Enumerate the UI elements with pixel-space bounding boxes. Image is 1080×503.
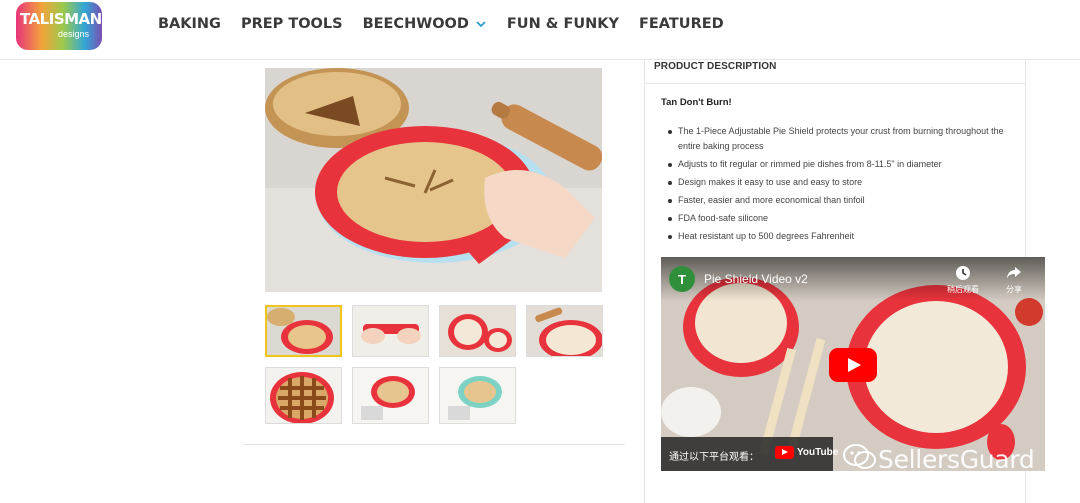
nav-item-beechwood[interactable]: BEECHWOOD [363,16,487,32]
thumbnail[interactable] [352,305,429,357]
nav-item-prep-tools[interactable]: PREP TOOLS [241,16,343,32]
thumbnail[interactable] [439,367,516,424]
watch-on-label: 通过以下平台观看： [669,452,759,463]
watch-later-label: 稍后观看 [947,285,979,294]
thumbnail[interactable] [439,305,516,357]
youtube-wordmark: YouTube [797,447,839,458]
clock-icon [954,264,972,282]
share-button[interactable]: 分享 [994,264,1034,295]
feature-item: Design makes it easy to use and easy to … [668,175,1008,190]
nav-item-fun-and-funky[interactable]: FUN & FUNKY [507,16,619,32]
description-heading: PRODUCT DESCRIPTION [654,61,777,72]
site-header: TALISMAN designs BAKING PREP TOOLS BEECH… [0,0,1080,60]
thumbnail[interactable] [352,367,429,424]
logo-subtext: designs [58,29,90,39]
watermark-text: SellersGuard [878,445,1035,474]
nav-label: FUN & FUNKY [506,16,619,32]
main-product-image[interactable] [265,68,602,292]
nav-label: BEECHWOOD [362,16,469,32]
thumbnail[interactable] [265,367,342,424]
nav-item-featured[interactable]: FEATURED [639,16,724,32]
video-player[interactable]: T Pie Shield Video v2 稍后观看 分享 通过以下平台观看： … [661,257,1045,471]
feature-item: Adjusts to fit regular or rimmed pie dis… [668,157,1008,172]
play-button[interactable] [829,348,877,382]
youtube-logo[interactable]: YouTube [775,446,838,459]
thumbnail[interactable] [265,305,342,357]
logo-text: TALISMAN [20,10,102,28]
youtube-icon [775,446,794,459]
feature-item: Faster, easier and more economical than … [668,193,1008,208]
feature-item: FDA food-safe silicone [668,211,1008,226]
nav-label: PREP TOOLS [240,16,343,32]
feature-item: The 1-Piece Adjustable Pie Shield protec… [668,124,1008,154]
video-title[interactable]: Pie Shield Video v2 [704,272,808,286]
nav-item-baking[interactable]: BAKING [158,16,221,32]
nav-label: FEATURED [639,16,724,32]
watch-later-button[interactable]: 稍后观看 [943,264,983,295]
chevron-down-icon [475,18,487,30]
watermark: SellersGuard [842,443,1035,476]
wechat-icon [842,443,878,476]
thumbnail[interactable] [526,305,603,357]
share-label: 分享 [1006,285,1022,294]
nav-label: BAKING [158,16,221,32]
feature-item: Heat resistant up to 500 degrees Fahrenh… [668,229,1008,244]
product-tagline: Tan Don't Burn! [661,97,732,108]
feature-list: The 1-Piece Adjustable Pie Shield protec… [668,124,1008,247]
channel-avatar[interactable]: T [669,266,695,292]
share-icon [1005,264,1023,282]
talisman-logo[interactable]: TALISMAN designs [16,2,102,50]
main-nav: BAKING PREP TOOLS BEECHWOOD FUN & FUNKY … [158,16,744,32]
watch-on-youtube-bar[interactable]: 通过以下平台观看： YouTube [661,437,838,471]
divider [644,83,1026,84]
